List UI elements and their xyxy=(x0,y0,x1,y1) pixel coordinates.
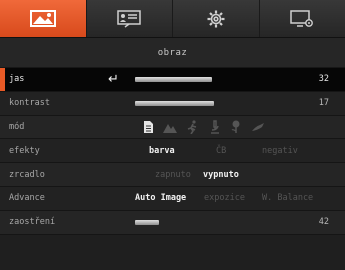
presentation-icon xyxy=(117,9,141,28)
row-label: jas xyxy=(9,74,25,85)
monitor-settings-icon xyxy=(290,9,314,27)
page-title: obraz xyxy=(157,47,188,58)
top-tab-bar xyxy=(0,0,345,38)
focus-slider[interactable] xyxy=(135,219,159,225)
focus-value: 42 xyxy=(318,217,329,228)
row-label: Advance xyxy=(9,193,45,204)
row-efekty[interactable]: efekty barva ČB negativ xyxy=(0,139,345,164)
row-advance[interactable]: Advance Auto Image expozice W. Balance xyxy=(0,186,345,211)
row-label: zaostření xyxy=(9,217,56,228)
mode-icons xyxy=(137,120,269,134)
brightness-slider[interactable] xyxy=(135,77,212,82)
row-jas[interactable]: jas ↵ 32 xyxy=(0,68,345,92)
menu-header: obraz xyxy=(0,38,345,68)
running-person-icon[interactable] xyxy=(181,120,203,134)
row-zaostreni[interactable]: zaostření 42 xyxy=(0,210,345,235)
tab-settings[interactable] xyxy=(173,0,260,37)
mirror-option-off[interactable]: vypnuto xyxy=(203,170,239,180)
row-label: kontrast xyxy=(9,98,50,109)
mountain-icon[interactable] xyxy=(159,121,181,133)
microscope-icon[interactable] xyxy=(203,120,225,134)
effect-option-color[interactable]: barva xyxy=(149,146,175,156)
row-label: efekty xyxy=(9,145,40,156)
effect-option-negative[interactable]: negativ xyxy=(262,146,298,156)
brightness-value: 32 xyxy=(318,74,329,85)
advance-option-white-balance[interactable]: W. Balance xyxy=(262,193,313,203)
contrast-slider[interactable] xyxy=(135,100,214,106)
row-kontrast[interactable]: kontrast 17 xyxy=(0,91,345,116)
advance-option-auto-image[interactable]: Auto Image xyxy=(135,193,186,203)
row-label: mód xyxy=(9,121,25,132)
image-icon xyxy=(29,10,56,27)
tab-presentation[interactable] xyxy=(86,0,173,37)
effect-option-bw[interactable]: ČB xyxy=(216,146,226,156)
tab-image[interactable] xyxy=(0,0,87,37)
advance-option-exposure[interactable]: expozice xyxy=(204,193,245,203)
row-zrcadlo[interactable]: zrcadlo zapnuto vypnuto xyxy=(0,163,345,187)
document-icon[interactable] xyxy=(137,120,159,134)
settings-list: jas ↵ 32 kontrast 17 mód efekty barva ČB… xyxy=(0,68,345,235)
bird-icon[interactable] xyxy=(247,122,269,132)
flower-icon[interactable] xyxy=(225,120,247,134)
row-label: zrcadlo xyxy=(9,169,45,180)
enter-arrow-icon: ↵ xyxy=(108,71,119,87)
row-mod[interactable]: mód xyxy=(0,115,345,140)
contrast-value: 17 xyxy=(318,98,329,109)
tab-display[interactable] xyxy=(259,0,345,37)
mirror-option-on[interactable]: zapnuto xyxy=(155,170,191,180)
gear-icon xyxy=(207,10,225,27)
